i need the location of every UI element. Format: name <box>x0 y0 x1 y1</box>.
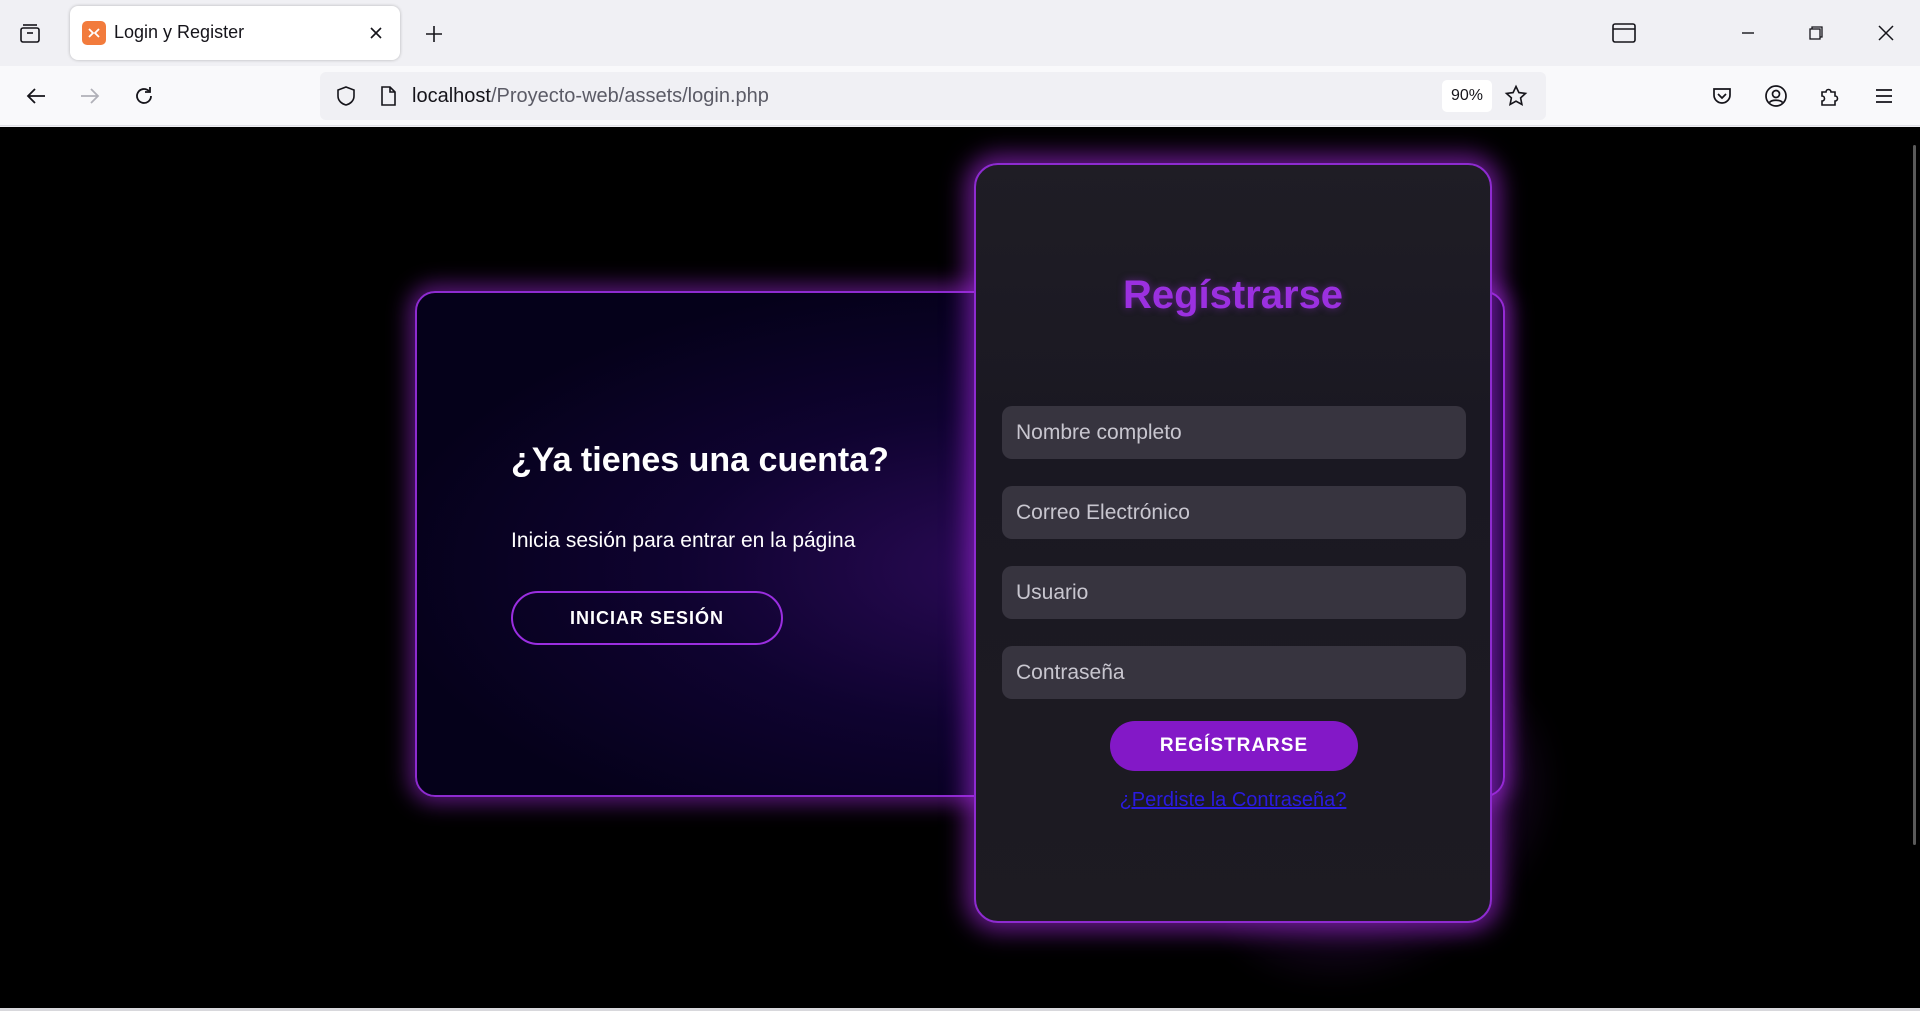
back-button[interactable] <box>16 76 56 116</box>
sidebar-window-icon <box>1612 23 1636 43</box>
login-button[interactable]: INICIAR SESIÓN <box>511 591 783 645</box>
pocket-icon <box>1713 88 1731 104</box>
extensions-button[interactable] <box>1810 76 1850 116</box>
page-icon <box>381 86 396 106</box>
username-field[interactable] <box>1002 566 1466 619</box>
new-tab-button[interactable] <box>414 14 454 54</box>
reload-icon <box>136 87 152 104</box>
hamburger-menu-icon <box>1876 89 1892 103</box>
arrow-right-icon <box>81 88 100 104</box>
reload-button[interactable] <box>124 76 164 116</box>
forward-button[interactable] <box>70 76 110 116</box>
page-viewport: ¿Ya tienes una cuenta? Inicia sesión par… <box>0 127 1920 1011</box>
url-bar[interactable]: localhost/Proyecto-web/assets/login.php … <box>320 72 1546 120</box>
scrollbar[interactable] <box>1913 145 1916 845</box>
close-icon <box>370 27 382 39</box>
restore-button[interactable] <box>1792 10 1840 56</box>
restore-icon <box>1809 26 1823 40</box>
shield-icon <box>337 86 355 106</box>
close-icon <box>1878 25 1894 41</box>
browser-tab[interactable]: Login y Register <box>70 6 400 60</box>
login-prompt-subtitle: Inicia sesión para entrar en la página <box>511 529 856 552</box>
tab-title: Login y Register <box>114 22 245 42</box>
close-window-button[interactable] <box>1862 10 1910 56</box>
star-icon <box>1504 84 1528 107</box>
tracking-protection-button[interactable] <box>330 80 362 112</box>
url-host: localhost <box>412 85 491 107</box>
xampp-favicon-icon <box>82 21 106 45</box>
password-field[interactable] <box>1002 646 1466 699</box>
puzzle-icon <box>1821 88 1839 106</box>
forgot-password-link[interactable]: ¿Perdiste la Contraseña? <box>976 789 1490 812</box>
bookmark-button[interactable] <box>1500 80 1532 112</box>
full-name-field[interactable] <box>1002 406 1466 459</box>
register-button[interactable]: REGÍSTRARSE <box>1110 721 1358 771</box>
account-button[interactable] <box>1756 76 1796 116</box>
register-title: Regístrarse <box>1122 273 1344 317</box>
tab-bar: Login y Register <box>0 0 1920 66</box>
tab-list-icon <box>20 24 40 43</box>
pocket-button[interactable] <box>1702 76 1742 116</box>
minimize-icon <box>1742 32 1754 34</box>
arrow-left-icon <box>26 88 45 104</box>
minimize-button[interactable] <box>1724 10 1772 56</box>
url-text[interactable]: localhost/Proyecto-web/assets/login.php <box>412 85 769 108</box>
account-icon <box>1765 85 1787 107</box>
view-sidebar-button[interactable] <box>1600 10 1648 56</box>
email-field[interactable] <box>1002 486 1466 539</box>
register-form-card: Regístrarse REGÍSTRARSE ¿Perdiste la Con… <box>974 163 1492 923</box>
navigation-toolbar: localhost/Proyecto-web/assets/login.php … <box>0 66 1920 126</box>
close-tab-button[interactable] <box>362 19 390 47</box>
zoom-level-button[interactable]: 90% <box>1442 80 1492 112</box>
url-path: /Proyecto-web/assets/login.php <box>490 85 769 107</box>
menu-button[interactable] <box>1864 76 1904 116</box>
list-all-tabs-button[interactable] <box>10 14 50 54</box>
site-info-button[interactable] <box>372 80 404 112</box>
login-prompt-title: ¿Ya tienes una cuenta? <box>511 441 889 479</box>
plus-icon <box>426 26 442 42</box>
